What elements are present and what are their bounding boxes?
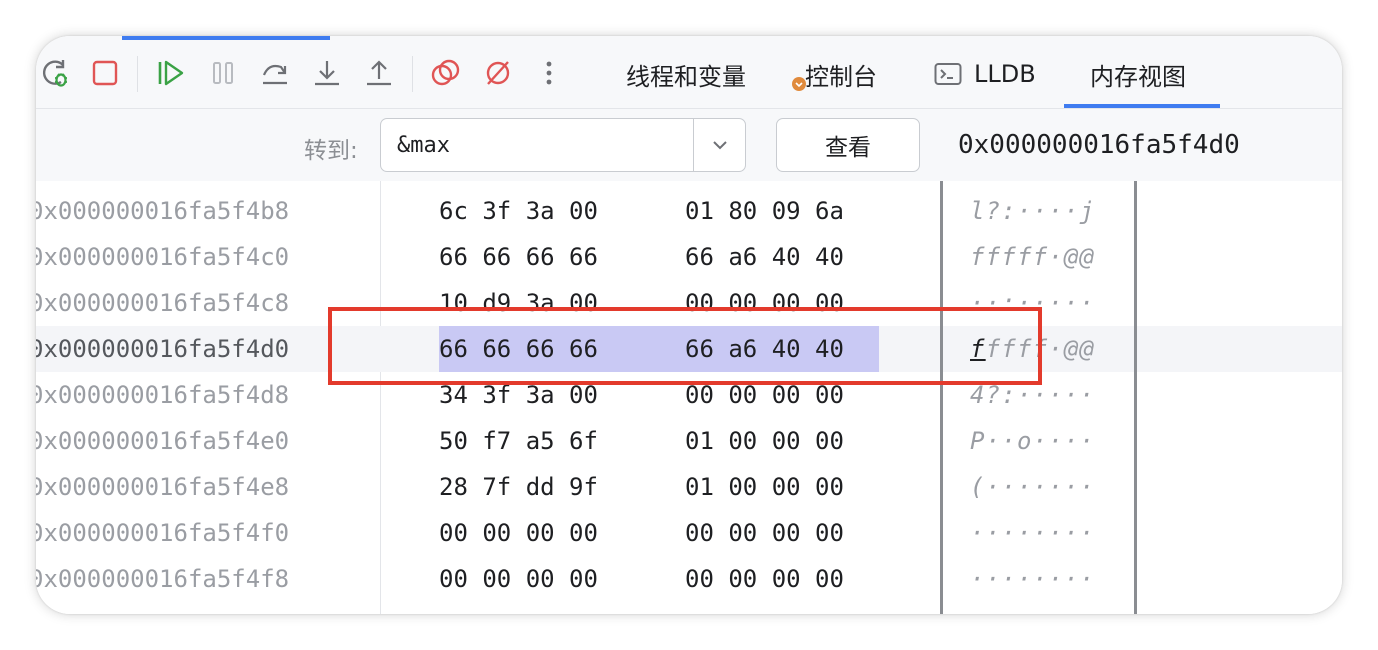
ascii-text[interactable]: ········ — [970, 565, 1095, 593]
tab-label: 线程和变量 — [626, 62, 746, 91]
tab-memory-view[interactable]: 内存视图 — [1090, 56, 1186, 92]
hex-group-1[interactable]: 28 7f dd 9f — [439, 473, 598, 501]
tab-lldb[interactable]: LLDB — [934, 56, 1036, 92]
tab-label: 控制台 — [805, 62, 877, 91]
row-address: 0x000000016fa5f4f8 — [36, 565, 290, 593]
goto-address-input[interactable] — [381, 119, 693, 171]
mute-breakpoints-icon[interactable] — [481, 56, 515, 90]
pause-icon[interactable] — [206, 56, 240, 90]
row-address: 0x000000016fa5f4f0 — [36, 519, 290, 547]
ascii-rest: ffff·@@ — [985, 335, 1096, 363]
chevron-down-icon[interactable] — [694, 119, 746, 171]
hex-group-2[interactable]: 01 00 00 00 — [685, 427, 844, 455]
ascii-text[interactable]: ········ — [970, 519, 1095, 547]
memory-row[interactable]: 0x000000016fa5f4f0 00 00 00 00 00 00 00 … — [36, 510, 1342, 556]
tab-label: 内存视图 — [1090, 62, 1186, 91]
ascii-text[interactable]: l?:····j — [970, 197, 1095, 225]
active-tab-underline — [1064, 104, 1220, 108]
row-address: 0x000000016fa5f4c0 — [36, 243, 290, 271]
current-address: 0x000000016fa5f4d0 — [958, 130, 1240, 160]
ascii-text[interactable]: fffff·@@ — [970, 335, 1095, 363]
hex-group-1[interactable]: 00 00 00 00 — [439, 519, 598, 547]
step-into-icon[interactable] — [310, 56, 344, 90]
row-address: 0x000000016fa5f4d8 — [36, 381, 290, 409]
more-icon[interactable] — [532, 56, 566, 90]
ascii-text[interactable]: fffff·@@ — [970, 243, 1095, 271]
ascii-column-right-border — [1134, 181, 1137, 614]
hex-group-2[interactable]: 00 00 00 00 — [685, 565, 844, 593]
terminal-icon — [934, 62, 962, 86]
warning-badge-icon — [792, 77, 806, 91]
tab-console[interactable]: 控制台 — [792, 56, 877, 92]
goto-address-combo[interactable] — [380, 118, 746, 172]
hex-group-1[interactable]: 00 00 00 00 — [439, 565, 598, 593]
row-address: 0x000000016fa5f4d0 — [36, 335, 290, 363]
stop-icon[interactable] — [88, 56, 122, 90]
hex-group-2[interactable]: 01 00 00 00 — [685, 473, 844, 501]
row-address: 0x000000016fa5f4e0 — [36, 427, 290, 455]
hex-group-2[interactable]: 00 00 00 00 — [685, 381, 844, 409]
ascii-text[interactable]: 4?:····· — [970, 381, 1095, 409]
hex-group-1[interactable]: 50 f7 a5 6f — [439, 427, 598, 455]
goto-label: 转到: — [304, 138, 358, 164]
memory-row[interactable]: 0x000000016fa5f4e8 28 7f dd 9f 01 00 00 … — [36, 464, 1342, 510]
toolbar-separator — [412, 56, 413, 92]
hex-group-1[interactable]: 66 66 66 66 — [439, 243, 598, 271]
memory-row[interactable]: 0x000000016fa5f4b8 6c 3f 3a 00 01 80 09 … — [36, 188, 1342, 234]
memory-row[interactable]: 0x000000016fa5f4c8 10 d9 3a 00 00 00 00 … — [36, 280, 1342, 326]
hex-group-2[interactable]: 01 80 09 6a — [685, 197, 844, 225]
active-session-indicator — [122, 36, 330, 40]
memory-row[interactable]: 0x000000016fa5f4f8 00 00 00 00 00 00 00 … — [36, 556, 1342, 602]
tab-threads-variables[interactable]: 线程和变量 — [626, 56, 746, 92]
row-address: 0x000000016fa5f4e8 — [36, 473, 290, 501]
memory-view[interactable]: 0x000000016fa5f4b8 6c 3f 3a 00 01 80 09 … — [36, 181, 1342, 614]
hex-group-2[interactable]: 66 a6 40 40 — [685, 243, 844, 271]
row-address: 0x000000016fa5f4c8 — [36, 289, 290, 317]
debugger-window: 线程和变量 控制台 LLDB 内存视图 转到: 查看 0x0 — [36, 36, 1342, 614]
tab-label: LLDB — [974, 60, 1036, 88]
memory-row[interactable]: 0x000000016fa5f4e0 50 f7 a5 6f 01 00 00 … — [36, 418, 1342, 464]
rerun-debug-icon[interactable] — [38, 56, 72, 90]
ascii-text[interactable]: P··o···· — [970, 427, 1095, 455]
hex-group-1[interactable]: 66 66 66 66 — [439, 335, 598, 363]
view-button[interactable]: 查看 — [776, 118, 920, 172]
step-over-icon[interactable] — [258, 56, 292, 90]
hex-group-1[interactable]: 34 3f 3a 00 — [439, 381, 598, 409]
memory-row-current[interactable]: 0x000000016fa5f4d0 66 66 66 66 66 a6 40 … — [36, 326, 1342, 372]
ascii-column-left-border — [940, 181, 943, 614]
hex-group-2[interactable]: 00 00 00 00 — [685, 519, 844, 547]
step-out-icon[interactable] — [362, 56, 396, 90]
ascii-text[interactable]: (······· — [970, 473, 1095, 501]
hex-group-2[interactable]: 00 00 00 00 — [685, 289, 844, 317]
hex-group-1[interactable]: 6c 3f 3a 00 — [439, 197, 598, 225]
ascii-text[interactable]: ··:····· — [970, 289, 1095, 317]
hex-group-1[interactable]: 10 d9 3a 00 — [439, 289, 598, 317]
view-breakpoints-icon[interactable] — [429, 56, 463, 90]
resume-icon[interactable] — [154, 56, 188, 90]
hex-group-2[interactable]: 66 a6 40 40 — [685, 335, 844, 363]
row-address: 0x000000016fa5f4b8 — [36, 197, 290, 225]
memory-row[interactable]: 0x000000016fa5f4c0 66 66 66 66 66 a6 40 … — [36, 234, 1342, 280]
goto-bar: 转到: 查看 0x000000016fa5f4d0 — [36, 109, 1342, 181]
ascii-caret-char: f — [970, 335, 986, 363]
debug-toolbar: 线程和变量 控制台 LLDB 内存视图 — [36, 36, 1342, 109]
toolbar-separator — [137, 56, 138, 92]
memory-row[interactable]: 0x000000016fa5f4d8 34 3f 3a 00 00 00 00 … — [36, 372, 1342, 418]
